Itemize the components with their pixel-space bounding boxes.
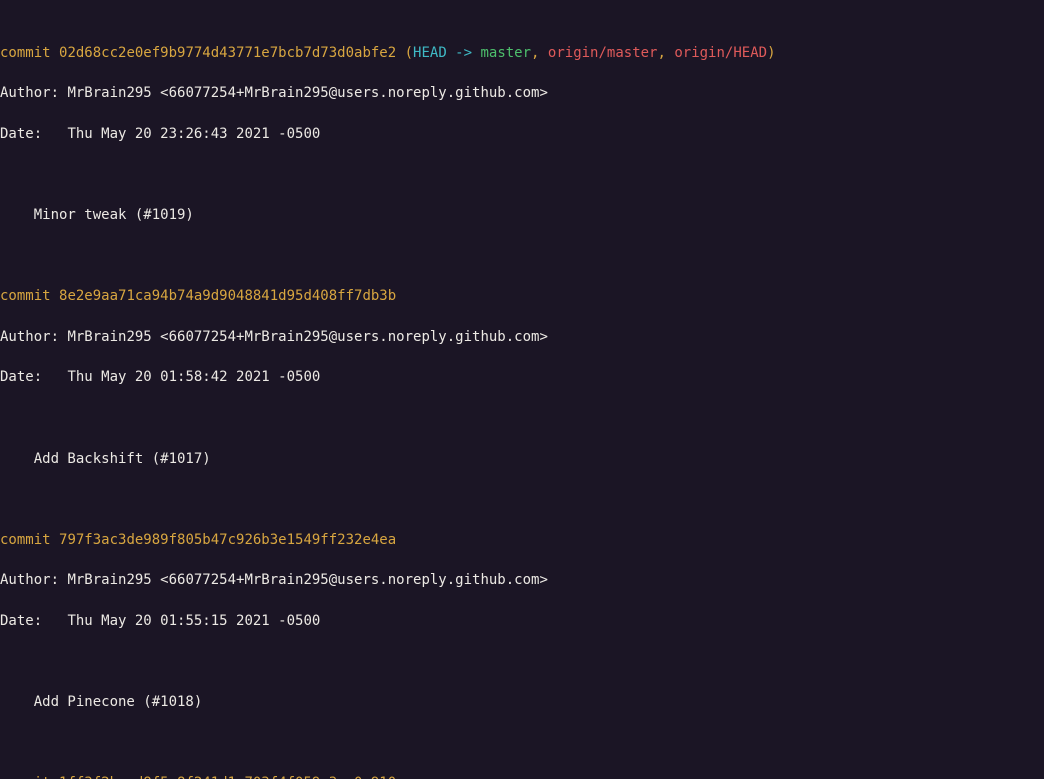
date-line: Date: Thu May 20 01:58:42 2021 -0500 bbox=[0, 367, 1044, 387]
commit-line: commit 797f3ac3de989f805b47c926b3e1549ff… bbox=[0, 530, 1044, 550]
commit-line: commit 1ff3f2becd8f5e8f241d1a703f4f059e3… bbox=[0, 773, 1044, 779]
date-value: Thu May 20 01:58:42 2021 -0500 bbox=[67, 369, 320, 385]
remote-ref: origin/master bbox=[548, 45, 658, 61]
date-value: Thu May 20 23:26:43 2021 -0500 bbox=[67, 126, 320, 142]
blank-line bbox=[0, 408, 1044, 428]
date-line: Date: Thu May 20 23:26:43 2021 -0500 bbox=[0, 124, 1044, 144]
blank-line bbox=[0, 164, 1044, 184]
date-line: Date: Thu May 20 01:55:15 2021 -0500 bbox=[0, 611, 1044, 631]
refs-open: ( bbox=[396, 45, 413, 61]
blank-line bbox=[0, 652, 1044, 672]
refs-sep: , bbox=[657, 45, 674, 61]
commit-hash: 02d68cc2e0ef9b9774d43771e7bcb7d73d0abfe2 bbox=[59, 45, 396, 61]
commit-label: commit bbox=[0, 45, 59, 61]
author-value: MrBrain295 <66077254+MrBrain295@users.no… bbox=[67, 572, 547, 588]
commit-label: commit bbox=[0, 288, 59, 304]
author-label: Author: bbox=[0, 572, 67, 588]
author-line: Author: MrBrain295 <66077254+MrBrain295@… bbox=[0, 83, 1044, 103]
commit-body-line: Add Pinecone (#1018) bbox=[0, 692, 1044, 712]
head-target: master bbox=[480, 45, 531, 61]
commit-body-line: Add Backshift (#1017) bbox=[0, 449, 1044, 469]
commit-hash: 8e2e9aa71ca94b74a9d9048841d95d408ff7db3b bbox=[59, 288, 396, 304]
git-log-output[interactable]: commit 02d68cc2e0ef9b9774d43771e7bcb7d73… bbox=[0, 0, 1044, 779]
remote-ref: origin/HEAD bbox=[674, 45, 767, 61]
commit-label: commit bbox=[0, 532, 59, 548]
blank-line bbox=[0, 246, 1044, 266]
commit-body-line: Minor tweak (#1019) bbox=[0, 205, 1044, 225]
commit-line: commit 8e2e9aa71ca94b74a9d9048841d95d408… bbox=[0, 286, 1044, 306]
refs-sep: , bbox=[531, 45, 548, 61]
commit-line: commit 02d68cc2e0ef9b9774d43771e7bcb7d73… bbox=[0, 43, 1044, 63]
author-line: Author: MrBrain295 <66077254+MrBrain295@… bbox=[0, 327, 1044, 347]
date-value: Thu May 20 01:55:15 2021 -0500 bbox=[67, 613, 320, 629]
blank-line bbox=[0, 489, 1044, 509]
date-label: Date: bbox=[0, 613, 67, 629]
blank-line bbox=[0, 733, 1044, 753]
commit-hash: 1ff3f2becd8f5e8f241d1a703f4f059e3ac0e910 bbox=[59, 775, 396, 779]
date-label: Date: bbox=[0, 126, 67, 142]
date-label: Date: bbox=[0, 369, 67, 385]
author-label: Author: bbox=[0, 329, 67, 345]
head-arrow: HEAD -> bbox=[413, 45, 480, 61]
author-line: Author: MrBrain295 <66077254+MrBrain295@… bbox=[0, 570, 1044, 590]
author-label: Author: bbox=[0, 85, 67, 101]
commit-label: commit bbox=[0, 775, 59, 779]
author-value: MrBrain295 <66077254+MrBrain295@users.no… bbox=[67, 329, 547, 345]
commit-hash: 797f3ac3de989f805b47c926b3e1549ff232e4ea bbox=[59, 532, 396, 548]
refs-close: ) bbox=[767, 45, 775, 61]
author-value: MrBrain295 <66077254+MrBrain295@users.no… bbox=[67, 85, 547, 101]
